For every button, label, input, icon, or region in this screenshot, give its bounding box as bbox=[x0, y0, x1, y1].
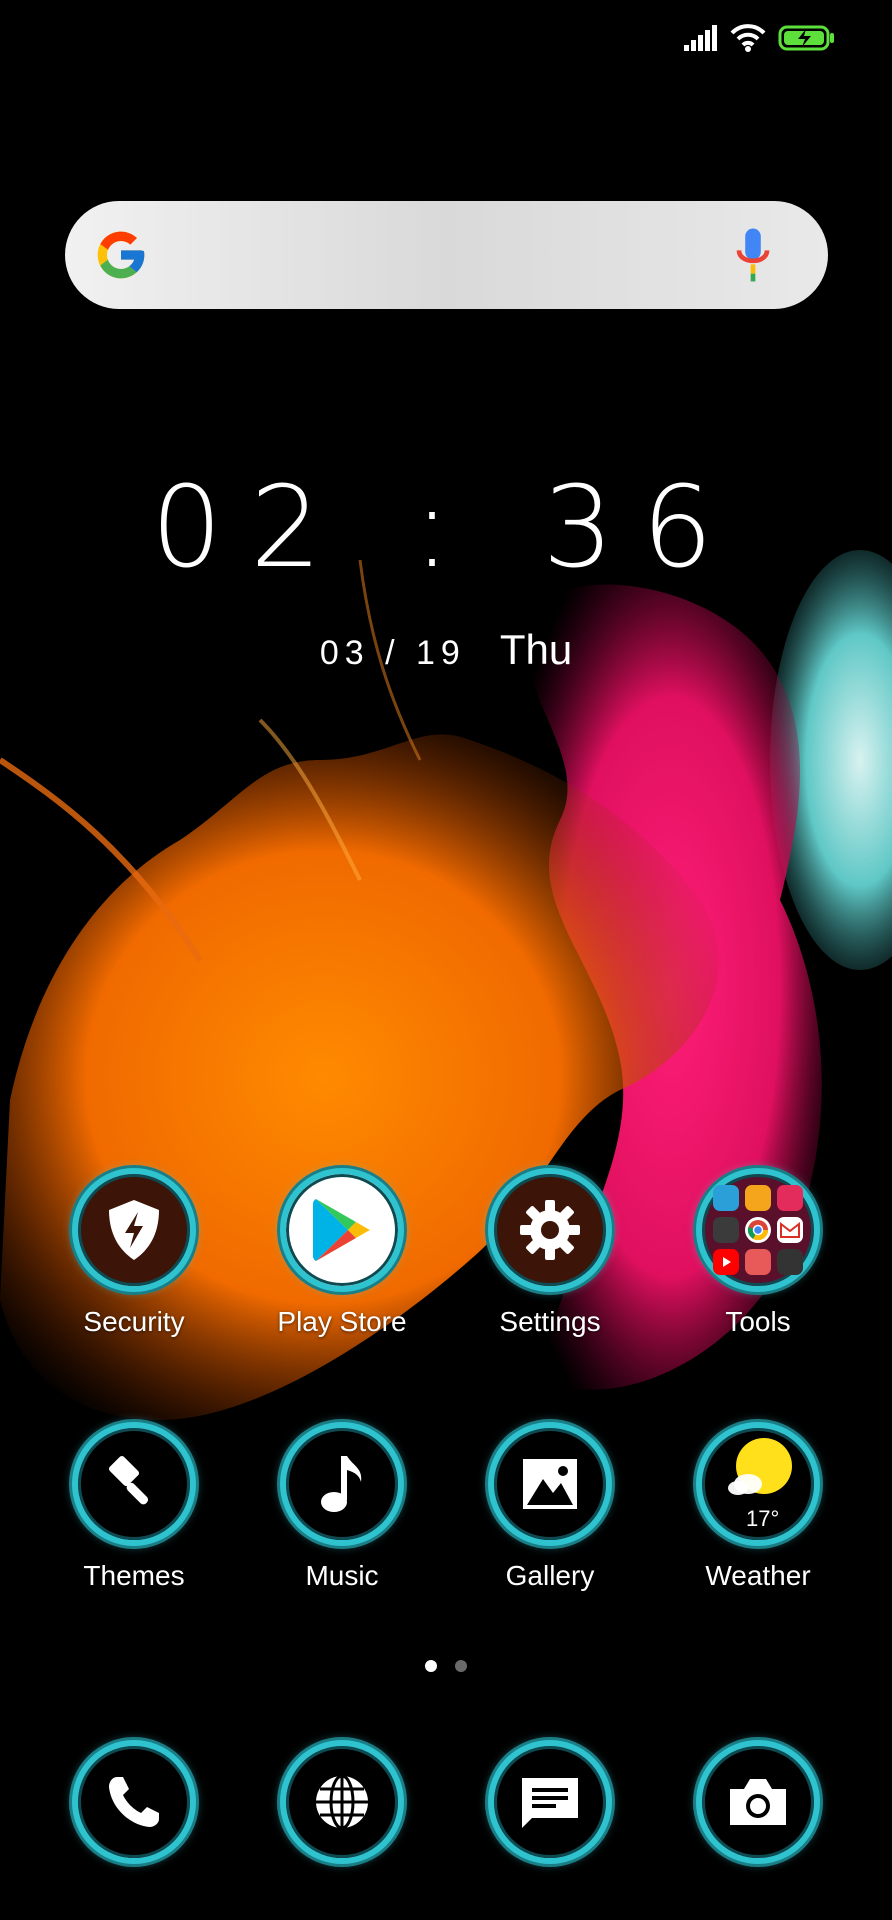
messages-app-icon bbox=[488, 1740, 612, 1864]
app-label: Tools bbox=[725, 1306, 791, 1337]
date-text: 03 / 19 bbox=[319, 634, 466, 672]
message-icon bbox=[522, 1778, 578, 1828]
tools-folder-icon bbox=[696, 1168, 820, 1292]
dock-camera[interactable] bbox=[654, 1740, 862, 1864]
battery-charging-icon bbox=[778, 25, 834, 51]
app-play-store[interactable]: Play Store bbox=[238, 1168, 446, 1338]
play-store-icon bbox=[313, 1199, 371, 1261]
dock-browser[interactable] bbox=[238, 1740, 446, 1864]
clock-time[interactable]: 02 : 36 bbox=[0, 468, 892, 588]
chrome-icon bbox=[745, 1217, 771, 1243]
phone-app-icon bbox=[72, 1740, 196, 1864]
clock-date[interactable]: 03 / 19 Thu bbox=[0, 625, 892, 678]
calendar-icon bbox=[777, 1185, 803, 1211]
dock-messages[interactable] bbox=[446, 1740, 654, 1864]
app-settings[interactable]: Settings bbox=[446, 1168, 654, 1338]
shield-bolt-icon bbox=[109, 1200, 159, 1260]
page-dot-2[interactable] bbox=[455, 1660, 467, 1672]
settings-app-icon bbox=[488, 1168, 612, 1292]
file-manager-icon bbox=[713, 1185, 739, 1211]
gmail-icon bbox=[777, 1217, 803, 1243]
contacts-icon bbox=[713, 1217, 739, 1243]
app-label: Settings bbox=[499, 1306, 601, 1337]
weekday-text: Thu bbox=[499, 626, 573, 673]
app-label: Weather bbox=[705, 1560, 811, 1591]
gear-icon bbox=[520, 1200, 580, 1260]
page-dot-1[interactable] bbox=[425, 1660, 437, 1672]
security-app-icon bbox=[72, 1168, 196, 1292]
dock-phone[interactable] bbox=[30, 1740, 238, 1864]
themes-app-icon bbox=[72, 1422, 196, 1546]
microphone-icon[interactable] bbox=[734, 227, 772, 283]
app-label: Themes bbox=[83, 1560, 185, 1591]
wifi-icon bbox=[730, 24, 766, 52]
music-note-icon bbox=[321, 1456, 362, 1512]
folder-icon bbox=[713, 1185, 803, 1275]
youtube-icon bbox=[713, 1249, 739, 1275]
status-bar bbox=[0, 0, 892, 84]
signal-bars-icon bbox=[684, 25, 717, 51]
google-search-bar[interactable] bbox=[65, 201, 828, 309]
paintbrush-icon bbox=[108, 1455, 149, 1505]
image-icon bbox=[523, 1459, 577, 1509]
app-label: Security bbox=[83, 1306, 185, 1337]
temperature-text: 17° bbox=[746, 1506, 780, 1531]
weather-app-icon: 17° bbox=[696, 1422, 820, 1546]
screen-recorder-icon bbox=[777, 1249, 803, 1275]
app-music[interactable]: Music bbox=[238, 1422, 446, 1592]
phone-icon bbox=[109, 1777, 159, 1827]
app-label: Music bbox=[305, 1560, 379, 1591]
app-weather[interactable]: 17° Weather bbox=[654, 1422, 862, 1592]
page-indicator bbox=[0, 1660, 892, 1672]
health-icon bbox=[745, 1249, 771, 1275]
app-folder-tools[interactable]: Tools bbox=[654, 1168, 862, 1338]
app-themes[interactable]: Themes bbox=[30, 1422, 238, 1592]
globe-icon bbox=[316, 1774, 368, 1830]
play-store-app-icon bbox=[280, 1168, 404, 1292]
browser-app-icon bbox=[280, 1740, 404, 1864]
camera-app-icon bbox=[696, 1740, 820, 1864]
google-g-icon bbox=[97, 231, 145, 279]
camera-icon bbox=[730, 1779, 786, 1825]
app-label: Gallery bbox=[505, 1560, 595, 1591]
video-icon bbox=[745, 1185, 771, 1211]
app-label: Play Store bbox=[277, 1306, 407, 1337]
gallery-app-icon bbox=[488, 1422, 612, 1546]
app-gallery[interactable]: Gallery bbox=[446, 1422, 654, 1592]
app-security[interactable]: Security bbox=[30, 1168, 238, 1338]
music-app-icon bbox=[280, 1422, 404, 1546]
